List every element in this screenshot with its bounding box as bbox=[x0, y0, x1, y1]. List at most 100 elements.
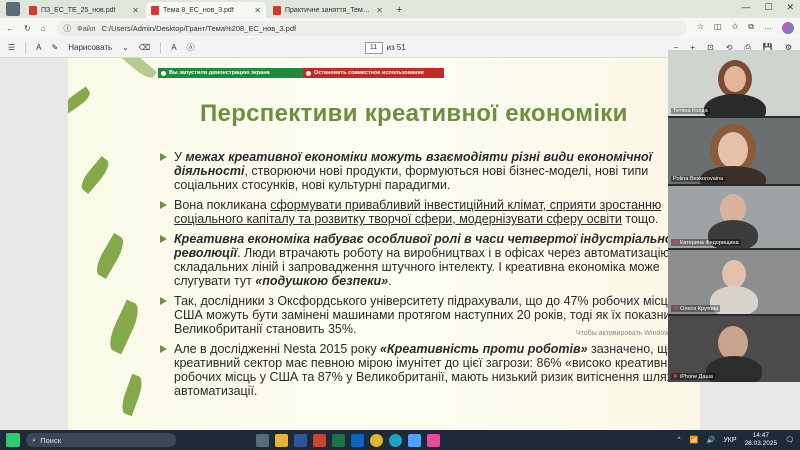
pdf-file-icon bbox=[151, 5, 159, 15]
participant-tile[interactable]: Тетяна Колда bbox=[668, 50, 800, 116]
bullet-text: тощо. bbox=[621, 212, 659, 226]
tab-1[interactable]: Тема 8_ЕС_нов_3.pdf ✕ bbox=[146, 2, 266, 18]
info-icon: ⓘ bbox=[63, 23, 72, 33]
chevron-up-icon[interactable]: ⌃ bbox=[676, 436, 682, 444]
volume-icon[interactable]: 🔊 bbox=[707, 436, 716, 444]
participant-name: ✖ iPhone Даша bbox=[671, 373, 715, 380]
immersive-reader-icon[interactable]: ⓐ bbox=[187, 42, 195, 53]
draw-button[interactable]: Нарисовать bbox=[68, 43, 112, 52]
file-explorer-icon[interactable] bbox=[275, 433, 288, 447]
participant-name: Polina Beskorovaina bbox=[671, 176, 726, 182]
home-icon[interactable]: ⌂ bbox=[41, 24, 46, 33]
eraser-icon[interactable]: ⌫ bbox=[139, 43, 150, 52]
bullet-text: , створюючи нові продукти, формуються но… bbox=[174, 164, 649, 192]
decorative-leaf bbox=[104, 299, 144, 355]
divider bbox=[25, 41, 27, 54]
minimize-icon[interactable]: — bbox=[741, 2, 750, 13]
read-aloud-icon[interactable]: A bbox=[36, 43, 41, 52]
search-label: Поиск bbox=[40, 435, 61, 445]
language-indicator[interactable]: УКР bbox=[723, 437, 736, 444]
participant-tile[interactable]: ✖ Катерина Федорищина bbox=[668, 186, 800, 248]
windows-taskbar: ⌕ Поиск ⌃ 📶 🔊 УКР 14:47 28.03.2025 🗨 bbox=[0, 430, 800, 450]
close-icon[interactable]: ✕ bbox=[132, 6, 139, 15]
tab-2[interactable]: Практичне заняття_Тема 5_Фін ✕ bbox=[268, 2, 388, 18]
more-icon[interactable]: … bbox=[764, 22, 772, 34]
notification-icon[interactable]: 🗨 bbox=[785, 436, 794, 444]
star-icon[interactable]: ☆ bbox=[697, 22, 704, 34]
decorative-leaf bbox=[118, 58, 158, 82]
split-screen-icon[interactable]: ◫ bbox=[714, 22, 722, 34]
bullet-text: . bbox=[388, 274, 392, 288]
participant-name: Тетяна Колда bbox=[671, 108, 710, 114]
bullet-text: Вона покликана bbox=[174, 198, 271, 212]
participant-tile[interactable]: ✖ Олеся Крутова bbox=[668, 250, 800, 314]
slide-title: Перспективи креативної економіки bbox=[200, 100, 628, 127]
powerpoint-icon[interactable] bbox=[313, 433, 326, 447]
text-icon[interactable]: A bbox=[171, 43, 176, 52]
back-icon[interactable]: ← bbox=[6, 24, 14, 33]
decorative-leaf bbox=[118, 373, 146, 417]
decorative-leaf bbox=[92, 232, 128, 280]
participant-name: ✖ Катерина Федорищина bbox=[671, 239, 741, 246]
start-button[interactable] bbox=[6, 433, 20, 447]
meeting-app-icon[interactable] bbox=[408, 433, 421, 447]
maximize-icon[interactable]: ☐ bbox=[764, 2, 772, 13]
network-icon[interactable]: 📶 bbox=[690, 436, 699, 444]
bullet-item: У межах креативної економіки можуть взає… bbox=[160, 150, 700, 192]
stop-sharing-button[interactable]: Остановить совместное использование bbox=[303, 68, 444, 78]
copilot-icon[interactable] bbox=[782, 22, 794, 34]
bullet-item: Креативна економіка набуває особливої ро… bbox=[160, 232, 700, 288]
chevron-down-icon[interactable]: ⌄ bbox=[122, 43, 129, 52]
contents-icon[interactable]: ☰ bbox=[8, 43, 15, 52]
close-icon[interactable]: ✕ bbox=[254, 6, 261, 15]
task-view-icon[interactable] bbox=[256, 433, 269, 447]
video-call-panel: Тетяна Колда Polina Beskorovaina ✖ Катери… bbox=[668, 50, 800, 382]
participant-tile[interactable]: ✖ iPhone Даша bbox=[668, 316, 800, 382]
mic-off-icon: ✖ bbox=[673, 306, 679, 312]
page-total: из 51 bbox=[386, 43, 406, 52]
participant-tile[interactable]: Polina Beskorovaina bbox=[668, 118, 800, 184]
window-controls: — ☐ ✕ bbox=[741, 2, 794, 13]
app-icon[interactable] bbox=[427, 433, 440, 447]
participant-video bbox=[718, 326, 748, 360]
chrome-icon[interactable] bbox=[370, 433, 383, 447]
mail-icon[interactable] bbox=[351, 433, 364, 447]
clock[interactable]: 14:47 28.03.2025 bbox=[745, 432, 778, 448]
mic-off-icon: ✖ bbox=[673, 240, 679, 246]
browser-menu-icon[interactable] bbox=[6, 2, 20, 16]
favorites-icon[interactable]: ✩ bbox=[732, 22, 739, 34]
participant-video bbox=[722, 260, 746, 288]
draw-icon[interactable]: ✎ bbox=[52, 43, 59, 52]
stop-sharing-label: Остановить совместное использование bbox=[314, 70, 424, 76]
participant-video bbox=[704, 94, 766, 116]
url-field[interactable]: ⓘ Файл C:/Users/Admin/Desktop/Грант/Тема… bbox=[55, 20, 687, 36]
bullet-text: У bbox=[174, 150, 186, 164]
refresh-icon[interactable]: ↻ bbox=[24, 24, 31, 33]
participant-name: ✖ Олеся Крутова bbox=[671, 305, 721, 312]
edge-icon[interactable] bbox=[389, 433, 402, 447]
page-number-input[interactable]: 11 bbox=[364, 41, 383, 54]
address-actions: ☆ ◫ ✩ ⧉ … bbox=[697, 22, 794, 34]
excel-icon[interactable] bbox=[332, 433, 345, 447]
screen-share-bar: Вы запустили демонстрацию экрана Останов… bbox=[158, 68, 444, 78]
taskbar-search[interactable]: ⌕ Поиск bbox=[26, 433, 176, 447]
mic-off-icon: ✖ bbox=[673, 374, 679, 380]
stop-icon bbox=[306, 70, 311, 76]
sharing-indicator: Вы запустили демонстрацию экрана bbox=[158, 68, 303, 78]
participant-video bbox=[718, 132, 748, 168]
url-text: C:/Users/Admin/Desktop/Грант/Тема%208_ЕС… bbox=[101, 23, 297, 33]
close-window-icon[interactable]: ✕ bbox=[786, 2, 794, 13]
bullet-item: Вона покликана сформувати привабливий ін… bbox=[160, 198, 700, 226]
clock-time: 14:47 bbox=[752, 432, 769, 439]
tab-0[interactable]: ПЗ_ЕС_ТЕ_25_нов.pdf ✕ bbox=[24, 2, 144, 18]
tab-label: Практичне заняття_Тема 5_Фін bbox=[285, 6, 373, 14]
word-icon[interactable] bbox=[294, 433, 307, 447]
page-navigator: 11 из 51 bbox=[364, 41, 406, 54]
new-tab-button[interactable]: + bbox=[396, 4, 402, 16]
screen-share-icon bbox=[161, 70, 166, 76]
browser-tab-bar: ПЗ_ЕС_ТЕ_25_нов.pdf ✕ Тема 8_ЕС_нов_3.pd… bbox=[0, 0, 800, 18]
bullet-item: Але в дослідженні Nesta 2015 року «Креат… bbox=[160, 342, 700, 398]
system-tray: ⌃ 📶 🔊 УКР 14:47 28.03.2025 🗨 bbox=[676, 432, 794, 448]
collections-icon[interactable]: ⧉ bbox=[748, 22, 754, 34]
close-icon[interactable]: ✕ bbox=[376, 6, 383, 15]
